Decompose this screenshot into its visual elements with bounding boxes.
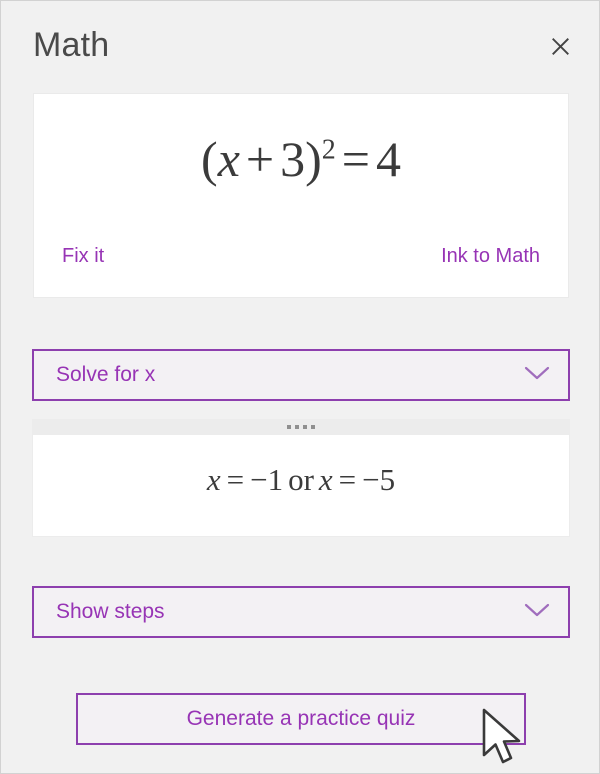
solution-equals-2: = [338, 461, 357, 497]
equation-plus-operator: + [245, 131, 275, 187]
drag-handle-dot [303, 425, 307, 429]
ink-to-math-link[interactable]: Ink to Math [441, 243, 540, 269]
generate-practice-quiz-label: Generate a practice quiz [186, 707, 416, 730]
solve-for-dropdown[interactable]: Solve for x [32, 349, 570, 401]
math-task-pane: Math (x +3)2 = 4 Fix it Ink to Math Solve f… [0, 0, 600, 774]
drag-handle-dot [295, 425, 299, 429]
result-card: x = −1 or x = −5 [32, 435, 570, 537]
chevron-down-icon [524, 602, 550, 623]
solution-variable-1: x [206, 461, 221, 497]
show-steps-dropdown[interactable]: Show steps [32, 586, 570, 638]
solve-for-dropdown-label: Solve for x [56, 363, 156, 386]
chevron-down-icon [524, 365, 550, 386]
solution-display: x = −1 or x = −5 [207, 460, 395, 500]
pane-header: Math [1, 1, 599, 91]
solution-equals-1: = [226, 461, 245, 497]
equation-display: (x +3)2 = 4 [34, 124, 568, 194]
equation-equals-operator: = [341, 131, 370, 187]
page-title: Math [33, 26, 110, 64]
result-drag-handle[interactable] [32, 419, 570, 435]
equation-card: (x +3)2 = 4 Fix it Ink to Math [33, 93, 569, 298]
show-steps-dropdown-label: Show steps [56, 600, 165, 623]
solution-conjunction: or [288, 461, 314, 497]
solution-value-2: −5 [362, 461, 396, 497]
equation-exponent: 2 [321, 134, 336, 166]
equation-actions: Fix it Ink to Math [34, 243, 568, 269]
close-icon [551, 37, 569, 55]
equation-right-side: 4 [375, 131, 401, 187]
generate-practice-quiz-button[interactable]: Generate a practice quiz [76, 693, 526, 745]
solution-value-1: −1 [250, 461, 284, 497]
drag-handle-dot [311, 425, 315, 429]
solution-variable-2: x [318, 461, 333, 497]
fix-it-link[interactable]: Fix it [62, 243, 104, 269]
equation-open-paren: ( [201, 131, 218, 187]
equation-variable: x [217, 131, 240, 187]
equation-constant: 3 [280, 131, 306, 187]
equation-close-paren: ) [305, 131, 322, 187]
drag-handle-dot [287, 425, 291, 429]
close-button[interactable] [543, 29, 577, 63]
